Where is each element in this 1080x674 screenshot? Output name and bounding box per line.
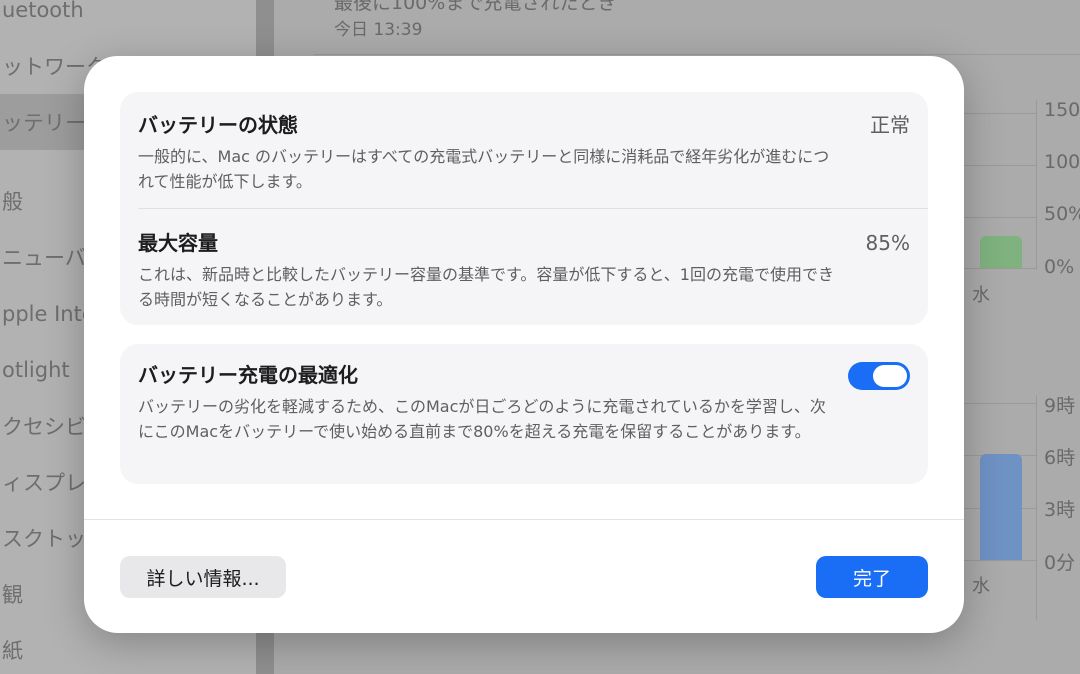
optimized-charging-title: バッテリー充電の最適化 (138, 363, 358, 387)
usage-chart-tick: 6時 (1044, 447, 1076, 469)
usage-chart-x-label: 水 (972, 576, 990, 597)
last-charged-time: 今日 13:39 (334, 20, 423, 40)
sidebar-item-label: 般 (2, 190, 23, 214)
sidebar-item-label: ッテリー (2, 111, 86, 135)
usage-chart-axis (1036, 395, 1037, 620)
sidebar-item-label: スクトッ (2, 527, 86, 551)
level-chart-axis (1036, 100, 1037, 270)
max-capacity-description: これは、新品時と比較したバッテリー容量の基準です。容量が低下すると、1回の充電で… (138, 265, 834, 309)
usage-chart-tick: 0分 (1044, 552, 1076, 574)
sidebar-item-label: ィスプレ (2, 471, 86, 495)
sidebar-item-label: 紙 (2, 639, 23, 663)
toggle-knob (873, 365, 907, 387)
level-chart-x-label: 水 (972, 285, 990, 306)
usage-chart-bar (980, 454, 1022, 560)
level-chart-tick: 100 (1044, 151, 1080, 173)
battery-health-group: バッテリーの状態 正常 一般的に、Mac のバッテリーはすべての充電式バッテリー… (120, 92, 928, 325)
battery-state-row: バッテリーの状態 正常 一般的に、Mac のバッテリーはすべての充電式バッテリー… (138, 112, 910, 194)
battery-state-value: 正常 (870, 113, 910, 137)
sidebar-item-label: 観 (2, 583, 23, 607)
usage-chart-tick: 3時 (1044, 499, 1076, 521)
optimization-group: バッテリー充電の最適化 バッテリーの劣化を軽減するため、このMacが日ごろどのよ… (120, 344, 928, 484)
level-chart-tick: 50% (1044, 203, 1080, 225)
last-charged-label: 最後に100%まで充電されたとき (334, 0, 617, 14)
row-divider (138, 208, 928, 209)
sidebar-item-label: otlight (2, 358, 70, 382)
battery-health-sheet: バッテリーの状態 正常 一般的に、Mac のバッテリーはすべての充電式バッテリー… (84, 56, 964, 633)
battery-state-description: 一般的に、Mac のバッテリーはすべての充電式バッテリーと同様に消耗品で経年劣化… (138, 147, 830, 191)
optimized-charging-description: バッテリーの劣化を軽減するため、このMacが日ごろどのように充電されているかを学… (138, 397, 826, 441)
sidebar-item-bluetooth[interactable]: uetooth (0, 0, 256, 38)
usage-chart-tick: 9時 (1044, 395, 1076, 417)
section-divider (314, 54, 1080, 55)
battery-state-title: バッテリーの状態 (138, 113, 298, 137)
sidebar-item-label: uetooth (2, 0, 84, 22)
done-button[interactable]: 完了 (816, 556, 928, 598)
max-capacity-title: 最大容量 (138, 231, 218, 255)
more-info-button[interactable]: 詳しい情報... (120, 556, 286, 598)
max-capacity-row: 最大容量 85% これは、新品時と比較したバッテリー容量の基準です。容量が低下す… (138, 230, 910, 312)
sidebar-item-label: クセシビ (2, 415, 86, 439)
level-chart-tick: 150 (1044, 99, 1080, 121)
level-chart-bar (980, 236, 1022, 268)
optimized-charging-row: バッテリー充電の最適化 バッテリーの劣化を軽減するため、このMacが日ごろどのよ… (138, 362, 910, 444)
max-capacity-value: 85% (865, 231, 910, 255)
footer-divider (84, 519, 964, 520)
level-chart-tick: 0% (1044, 256, 1075, 278)
optimized-charging-toggle[interactable] (848, 362, 910, 390)
